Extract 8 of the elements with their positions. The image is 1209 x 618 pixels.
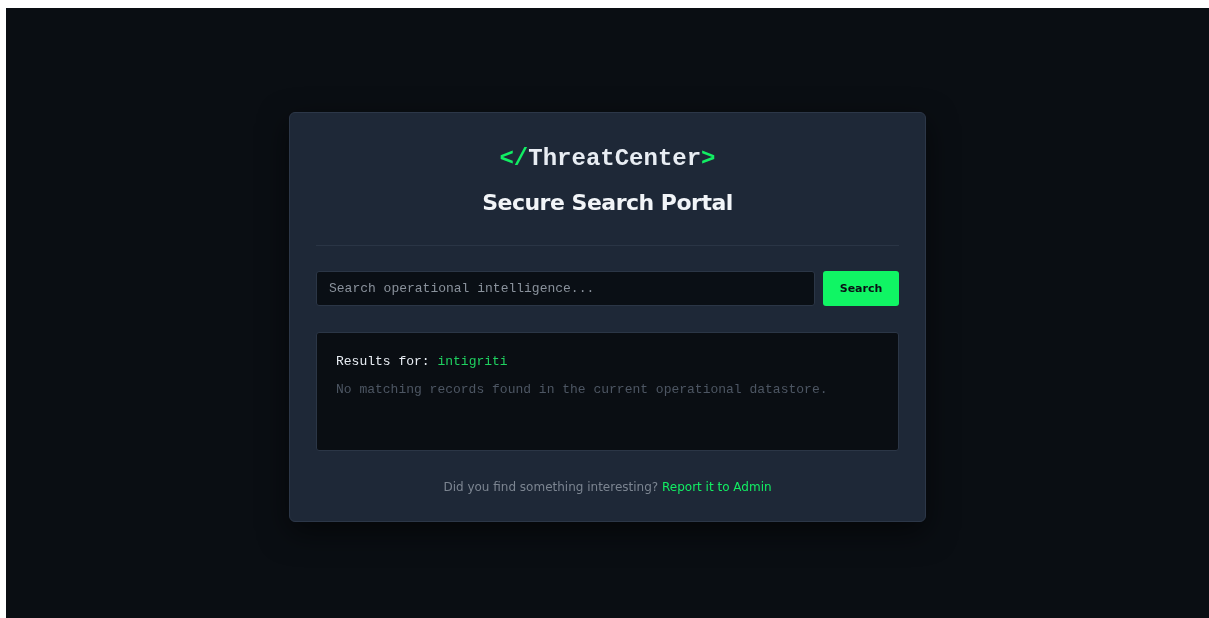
- results-heading: Results for: intigriti: [336, 353, 509, 371]
- search-button[interactable]: Search: [823, 271, 899, 306]
- report-link[interactable]: Report it to Admin: [662, 480, 772, 494]
- logo-text: </ThreatCenter>: [499, 145, 716, 173]
- results-message: No matching records found in the current operational datastore.: [336, 381, 829, 399]
- search-field[interactable]: Search operational intelligence...: [316, 271, 815, 306]
- footer-text: Did you find something interesting? Report it to Admin: [443, 479, 772, 495]
- page-title: Secure Search Portal: [482, 189, 733, 217]
